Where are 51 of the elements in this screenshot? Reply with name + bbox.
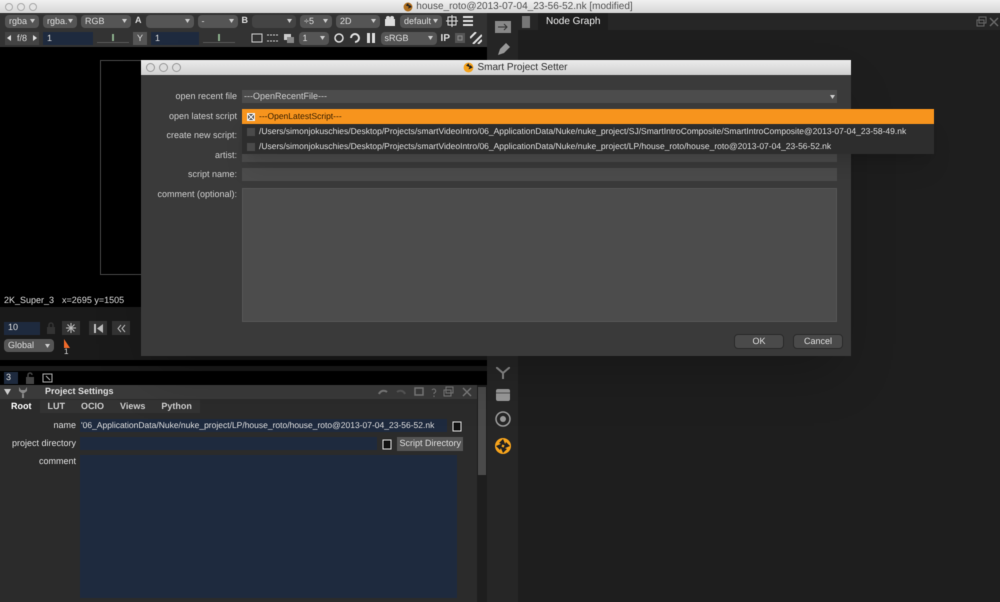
menu-item-label: /Users/simonjokuschies/Desktop/Projects/smartVideoIntro/06_ApplicationData/Nuke/nuke_project/SJ/SmartIntroComposite/SmartIntroComposite@2013-07-04_23-58-49.nk [259,125,906,138]
operation-dropdown[interactable]: - [198,14,238,28]
field-label: project directory [10,436,76,450]
menu-item[interactable]: /Users/simonjokuschies/Desktop/Projects/smartVideoIntro/06_ApplicationData/Nuke/nuke_project/LP/house_roto/house_roto@2013-07-04_23-56-52.nk [242,139,934,154]
field-label: name [52,419,76,432]
form-label: artist: [214,148,237,162]
menu-item-label: ---OpenLatestScript--- [259,110,342,123]
menu-item[interactable]: /Users/simonjokuschies/Desktop/Projects/smartVideoIntro/06_ApplicationData/Nuke/nuke_project/SJ/SmartIntroComposite/SmartIntroComposite@2013-07-04_23-58-49.nk [242,124,934,139]
tab[interactable]: Python [153,400,200,413]
field[interactable]: 3 [4,372,18,384]
format-label: 2K_Super_3 [4,294,54,308]
layer-dropdown[interactable]: rgba. [43,14,77,28]
recent-file-dropdown[interactable]: ---OpenRecentFile--- [242,90,837,104]
gain-field[interactable]: 1 [43,32,93,45]
tab[interactable]: LUT [40,400,73,413]
gamma-button[interactable]: Y [133,32,147,45]
form-label: open recent file [174,90,237,103]
tab[interactable]: OCIO [73,400,112,413]
input-b-label: B [242,14,248,28]
input-a-label: A [135,14,142,28]
form-label: create new script: [165,129,237,142]
dialog-button[interactable]: Cancel [793,334,843,348]
proxy-dropdown[interactable]: 1 [298,32,329,45]
zoom-dropdown[interactable]: ÷5 [300,14,332,28]
frame-field[interactable]: 10 [4,322,40,334]
tab[interactable]: Views [112,400,154,413]
channel-dropdown[interactable]: RGB [81,14,131,28]
name-field[interactable]: '06_ApplicationData/Nuke/nuke_project/LP/house_roto/house_roto@2013-07-04_23-56-52.nk [80,419,447,432]
script-directory-button[interactable]: Script Directory [397,436,463,450]
dialog-button[interactable]: OK [734,334,784,348]
form-label: open latest script [168,110,237,123]
range-dropdown[interactable]: Global [4,339,54,352]
colorspace-dropdown[interactable]: sRGB [380,32,437,45]
node-graph-tab[interactable]: Node Graph [538,13,608,30]
form-label: script name: [186,168,237,181]
lut-dropdown[interactable]: default [400,14,442,28]
panel-title: Project Settings [45,385,114,398]
channels-dropdown[interactable]: rgba [5,14,39,28]
gamma-field[interactable]: 1 [151,32,199,45]
fstop-control[interactable]: f/8 [5,32,39,45]
coordinates-label: x=2695 y=1505 [62,294,124,308]
window-title: house_roto@2013-07-04_23-56-52.nk [modified] [416,0,633,14]
dialog-title: Smart Project Setter [477,61,568,75]
field-label: comment [38,454,76,468]
menu-item-label: /Users/simonjokuschies/Desktop/Projects/smartVideoIntro/06_ApplicationData/Nuke/nuke_project/LP/house_roto/house_roto@2013-07-04_23-56-52.nk [259,140,832,153]
ip-button[interactable]: IP [440,30,450,46]
form-label: comment (optional): [156,188,237,201]
menu-item[interactable]: ---OpenLatestScript--- [242,109,934,124]
timeline[interactable]: 1 [64,339,70,356]
timeline-tick-label: 1 [64,348,70,356]
view-mode-dropdown[interactable]: 2D [336,14,380,28]
